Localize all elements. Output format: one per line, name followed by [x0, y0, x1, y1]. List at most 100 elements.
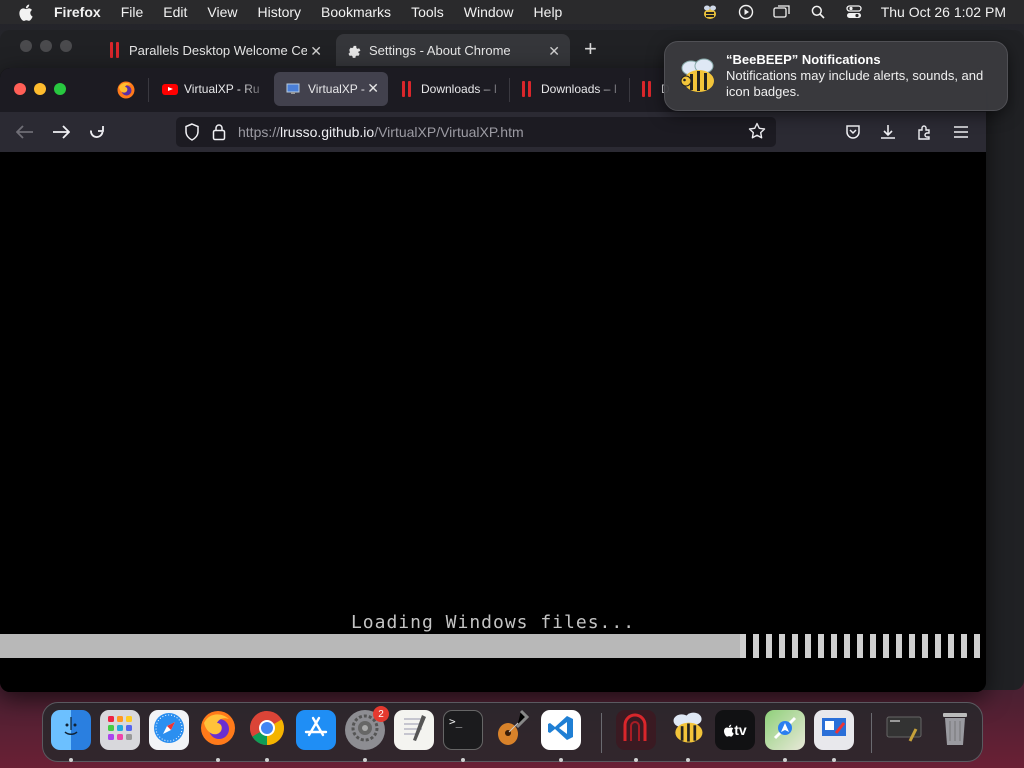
dock-trash[interactable] [935, 710, 975, 750]
dock-parallels-desktop[interactable] [616, 710, 656, 750]
firefox-tab-downloads[interactable]: Downloads – I [390, 72, 508, 106]
firefox-view-icon[interactable] [116, 80, 136, 100]
back-arrow-icon[interactable] [13, 120, 37, 144]
chrome-tab-label: Settings - About Chrome [369, 42, 511, 58]
dock-remote-desktop[interactable] [814, 710, 854, 750]
menu-window[interactable]: Window [464, 4, 514, 20]
menu-app-name[interactable]: Firefox [54, 4, 101, 20]
pocket-icon[interactable] [841, 120, 865, 144]
menu-edit[interactable]: Edit [163, 4, 187, 20]
firefox-zoom-button[interactable] [54, 83, 66, 95]
running-indicator [461, 758, 465, 762]
menu-tools[interactable]: Tools [411, 4, 444, 20]
notification-banner[interactable]: “BeeBEEP” Notifications Notifications ma… [664, 41, 1008, 111]
menu-view[interactable]: View [207, 4, 237, 20]
url-bar[interactable]: https://lrusso.github.io/VirtualXP/Virtu… [176, 117, 776, 147]
screen-mirroring-icon[interactable] [773, 4, 791, 20]
parallels-icon [642, 81, 651, 97]
dock-app-store[interactable] [296, 710, 336, 750]
firefox-tab-downloads-2[interactable]: Downloads – I [510, 72, 628, 106]
dock-apple-tv[interactable]: tv [715, 710, 755, 750]
firefox-tab-virtualxp-youtube[interactable]: VirtualXP - Ru [150, 72, 270, 106]
chrome-window-controls [20, 40, 72, 52]
running-indicator [559, 758, 563, 762]
extensions-icon[interactable] [913, 120, 937, 144]
dock-screen-capture[interactable] [885, 710, 925, 750]
bookmark-star-icon[interactable] [748, 122, 766, 145]
firefox-icon [199, 709, 237, 752]
hamburger-menu-icon[interactable] [949, 120, 973, 144]
dock-firefox[interactable] [198, 710, 238, 750]
firefox-minimize-button[interactable] [34, 83, 46, 95]
firefox-nav-bar: https://lrusso.github.io/VirtualXP/Virtu… [0, 112, 986, 152]
loading-status-text: Loading Windows files... [350, 612, 636, 633]
firefox-tab-label: VirtualXP - [308, 82, 365, 96]
beebeep-status-icon[interactable] [701, 4, 719, 20]
firefox-tab-virtualxp-active[interactable]: VirtualXP - ✕ [274, 72, 388, 106]
dock-chrome[interactable] [247, 710, 287, 750]
notification-title: “BeeBEEP” Notifications [726, 52, 881, 67]
menu-file[interactable]: File [121, 4, 144, 20]
downloads-icon[interactable] [876, 120, 900, 144]
chrome-zoom-button[interactable] [60, 40, 72, 52]
menu-history[interactable]: History [257, 4, 301, 20]
dock-separator [601, 713, 602, 753]
vscode-icon [547, 714, 575, 747]
page-content[interactable]: Loading Windows files... [0, 152, 986, 692]
chrome-close-button[interactable] [20, 40, 32, 52]
guitar-icon [495, 709, 530, 752]
running-indicator [686, 758, 690, 762]
forward-arrow-icon[interactable] [49, 120, 73, 144]
parallels-desktop-icon [619, 711, 653, 750]
close-icon[interactable]: ✕ [310, 43, 322, 60]
running-indicator [216, 758, 220, 762]
dock-launchpad[interactable] [100, 710, 140, 750]
remote-desktop-icon [819, 713, 849, 748]
dock-maps[interactable] [765, 710, 805, 750]
close-icon[interactable]: ✕ [367, 80, 379, 97]
firefox-window-controls [14, 83, 66, 95]
lock-icon[interactable] [212, 123, 226, 146]
progress-remaining [739, 634, 986, 658]
progress-fill [0, 634, 740, 658]
running-indicator [783, 758, 787, 762]
dock-beebeep[interactable] [668, 710, 708, 750]
dock-terminal[interactable]: >_ [443, 710, 483, 750]
menu-help[interactable]: Help [534, 4, 563, 20]
finder-icon [58, 715, 84, 746]
chrome-icon [248, 709, 286, 752]
chrome-tab-parallels-welcome[interactable]: Parallels Desktop Welcome Ce ✕ [100, 34, 332, 66]
notification-body: Notifications may include alerts, sounds… [726, 68, 984, 99]
dock-vscode[interactable] [541, 710, 581, 750]
parallels-icon [110, 42, 119, 58]
chrome-minimize-button[interactable] [40, 40, 52, 52]
chrome-tab-settings[interactable]: Settings - About Chrome ✕ [336, 34, 570, 66]
reload-icon[interactable] [85, 120, 109, 144]
trash-icon [940, 709, 970, 752]
dock-system-settings[interactable]: 2 [345, 706, 389, 750]
dock-garageband[interactable] [492, 709, 532, 752]
notification-badge: 2 [373, 706, 389, 722]
url-text[interactable]: https://lrusso.github.io/VirtualXP/Virtu… [238, 124, 524, 140]
play-circle-icon[interactable] [737, 4, 755, 20]
monitor-icon [886, 713, 924, 748]
map-pin-icon [771, 714, 799, 747]
running-indicator [265, 758, 269, 762]
apple-menu-icon[interactable] [18, 4, 40, 21]
beebeep-app-icon [677, 55, 719, 97]
virtualxp-icon [286, 82, 302, 96]
search-icon[interactable] [809, 4, 827, 20]
menu-bookmarks[interactable]: Bookmarks [321, 4, 391, 20]
dock-textedit[interactable] [394, 710, 434, 750]
close-icon[interactable]: ✕ [548, 43, 560, 60]
dock-finder[interactable] [51, 710, 91, 750]
control-center-icon[interactable] [845, 4, 863, 20]
dock-separator [871, 713, 872, 753]
menubar-clock[interactable]: Thu Oct 26 1:02 PM [881, 4, 1006, 20]
new-tab-button[interactable]: + [584, 36, 597, 62]
terminal-icon: >_ [449, 715, 463, 728]
dock-safari[interactable] [149, 710, 189, 750]
firefox-close-button[interactable] [14, 83, 26, 95]
tracking-protection-shield-icon[interactable] [184, 123, 200, 146]
parallels-icon [522, 81, 531, 97]
